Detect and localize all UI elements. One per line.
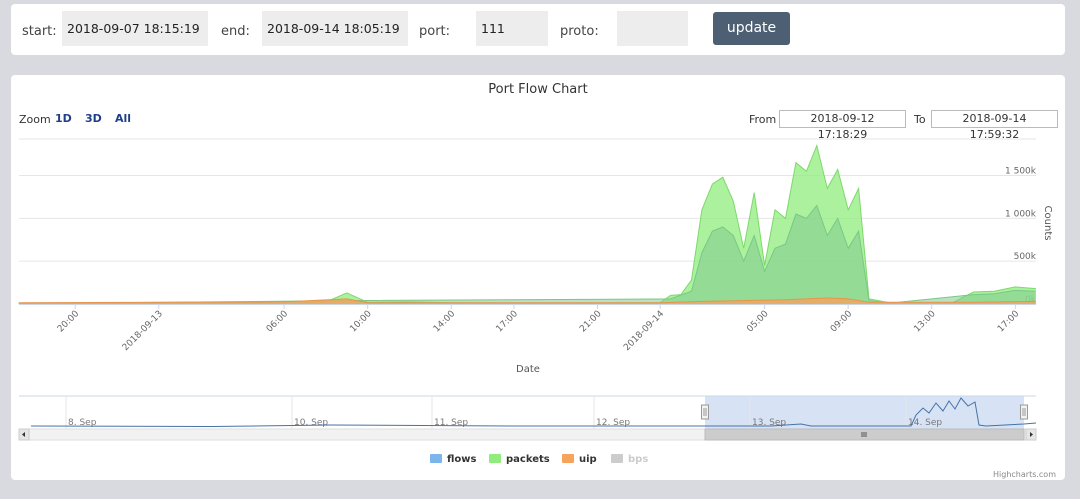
zoom-label: Zoom — [19, 113, 51, 126]
x-axis-title: Date — [516, 364, 540, 375]
handle-box — [1020, 404, 1028, 420]
range-to-label: To — [914, 113, 926, 126]
zoom-3d-button[interactable]: 3D — [85, 112, 102, 125]
legend-item-packets[interactable]: packets — [489, 454, 550, 465]
zoom-1d-button[interactable]: 1D — [55, 112, 72, 125]
x-tick-label: 06:00 — [265, 309, 291, 335]
legend-label: flows — [447, 454, 477, 465]
chart-panel: Port Flow Chart0k500k1 000k1 500kCounts2… — [11, 75, 1065, 480]
x-tick-label: 20:00 — [56, 309, 82, 335]
legend-label: uip — [579, 454, 597, 465]
start-input[interactable] — [62, 11, 208, 46]
x-tick-label: 13:00 — [912, 309, 938, 335]
legend-swatch — [562, 454, 574, 463]
x-tick-label: 17:00 — [495, 309, 521, 335]
end-input[interactable] — [262, 11, 408, 46]
port-input[interactable] — [476, 11, 548, 46]
line-packets — [18, 143, 1036, 304]
y-tick-label: 1 500k — [1005, 167, 1037, 177]
x-tick-label: 2018-09-14 — [622, 309, 666, 353]
legend-swatch — [430, 454, 442, 463]
legend-swatch — [489, 454, 501, 463]
navigator-left-handle[interactable] — [701, 404, 709, 420]
navigator-tick-label: 10. Sep — [294, 418, 328, 428]
end-label: end: — [221, 24, 250, 39]
y-tick-label: 500k — [1014, 252, 1037, 262]
update-button[interactable]: update — [713, 12, 790, 45]
zoom-all-button[interactable]: All — [115, 112, 131, 125]
handle-box — [701, 404, 709, 420]
filter-bar: start: end: port: proto: update — [11, 4, 1065, 55]
x-tick-label: 05:00 — [745, 309, 771, 335]
x-tick-label: 21:00 — [578, 309, 604, 335]
x-tick-label: 14:00 — [432, 309, 458, 335]
area-flows — [18, 205, 1036, 304]
range-to-input[interactable]: 2018-09-14 17:59:32 — [931, 110, 1058, 141]
legend-label: bps — [628, 454, 648, 465]
navigator-right-handle[interactable] — [1020, 404, 1028, 420]
line-flows — [18, 204, 1036, 305]
port-flow-chart: Port Flow Chart0k500k1 000k1 500kCounts2… — [18, 82, 1053, 465]
port-label: port: — [419, 24, 451, 39]
proto-input[interactable] — [617, 11, 688, 46]
legend-swatch — [611, 454, 623, 463]
legend-label: packets — [506, 454, 550, 465]
x-tick-label: 17:00 — [996, 309, 1022, 335]
y-axis-title: Counts — [1042, 206, 1053, 241]
navigator-tick-label: 11. Sep — [434, 418, 468, 428]
y-tick-label: 1 000k — [1005, 209, 1037, 219]
x-tick-label: 09:00 — [829, 309, 855, 335]
navigator-tick-label: 14. Sep — [908, 418, 942, 428]
legend-item-flows[interactable]: flows — [430, 454, 477, 465]
x-tick-label: 10:00 — [348, 309, 374, 335]
chart-title: Port Flow Chart — [488, 82, 587, 97]
start-label: start: — [22, 24, 57, 39]
range-from-input[interactable]: 2018-09-12 17:18:29 — [779, 110, 906, 141]
range-from-label: From — [749, 113, 777, 126]
proto-label: proto: — [560, 24, 599, 39]
legend-item-uip[interactable]: uip — [562, 454, 597, 465]
area-packets — [18, 145, 1036, 304]
x-tick-label: 2018-09-13 — [121, 309, 165, 353]
highcharts-credit[interactable]: Highcharts.com — [993, 470, 1056, 479]
legend-item-bps[interactable]: bps — [611, 454, 648, 465]
